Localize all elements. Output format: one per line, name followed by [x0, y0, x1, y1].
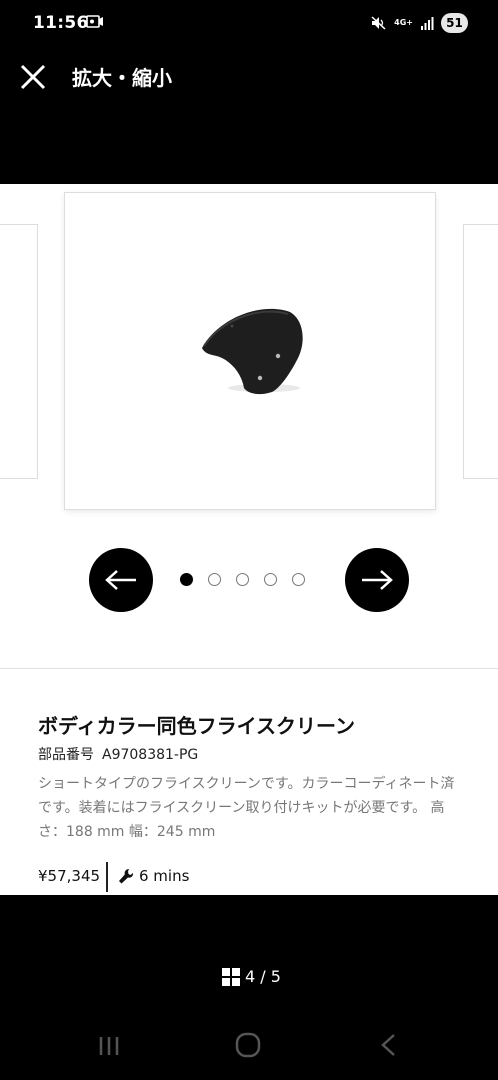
home-icon[interactable] [235, 1032, 261, 1058]
carousel-dot[interactable] [264, 573, 277, 586]
part-number-label: 部品番号 [38, 747, 94, 763]
part-number: A9708381-PG [102, 747, 199, 763]
previous-image-card[interactable] [0, 224, 38, 479]
previous-button[interactable] [89, 548, 153, 612]
arrow-right-icon [362, 570, 393, 590]
price: ¥57,345 [38, 867, 101, 885]
product-image [202, 308, 303, 395]
mute-icon [371, 16, 386, 30]
separator [106, 862, 108, 892]
battery-indicator: 51 [441, 13, 468, 33]
page-title: 拡大・縮小 [72, 66, 172, 90]
install-time: 6 mins [139, 867, 190, 885]
carousel-dot[interactable] [292, 573, 305, 586]
status-bar: 11:56 4G+ 51 [0, 0, 498, 48]
part-number-row: 部品番号 A9708381-PG [38, 744, 206, 764]
product-title: ボディカラー同色フライスクリーン [38, 714, 355, 738]
product-description: ショートタイプのフライスクリーンです。カラーコーディネート済です。装着にはフライ… [38, 776, 455, 840]
divider [0, 668, 498, 669]
carousel-dot[interactable] [236, 573, 249, 586]
arrow-left-icon [105, 570, 136, 590]
carousel-dot[interactable] [208, 573, 221, 586]
carousel-dot[interactable] [180, 573, 193, 586]
notification-icon [86, 15, 103, 28]
status-time: 11:56 [33, 13, 89, 33]
page-indicator: 4 / 5 [245, 967, 281, 986]
recent-apps-icon[interactable] [97, 1035, 121, 1057]
next-button[interactable] [345, 548, 409, 612]
signal-icon [421, 17, 434, 30]
network-label: 4G+ [394, 18, 413, 27]
grid-icon[interactable] [222, 968, 240, 986]
status-icons: 4G+ 51 [371, 12, 468, 34]
close-button[interactable] [18, 62, 48, 92]
next-image-card[interactable] [463, 224, 498, 479]
wrench-icon [119, 869, 134, 884]
back-icon[interactable] [378, 1032, 398, 1058]
